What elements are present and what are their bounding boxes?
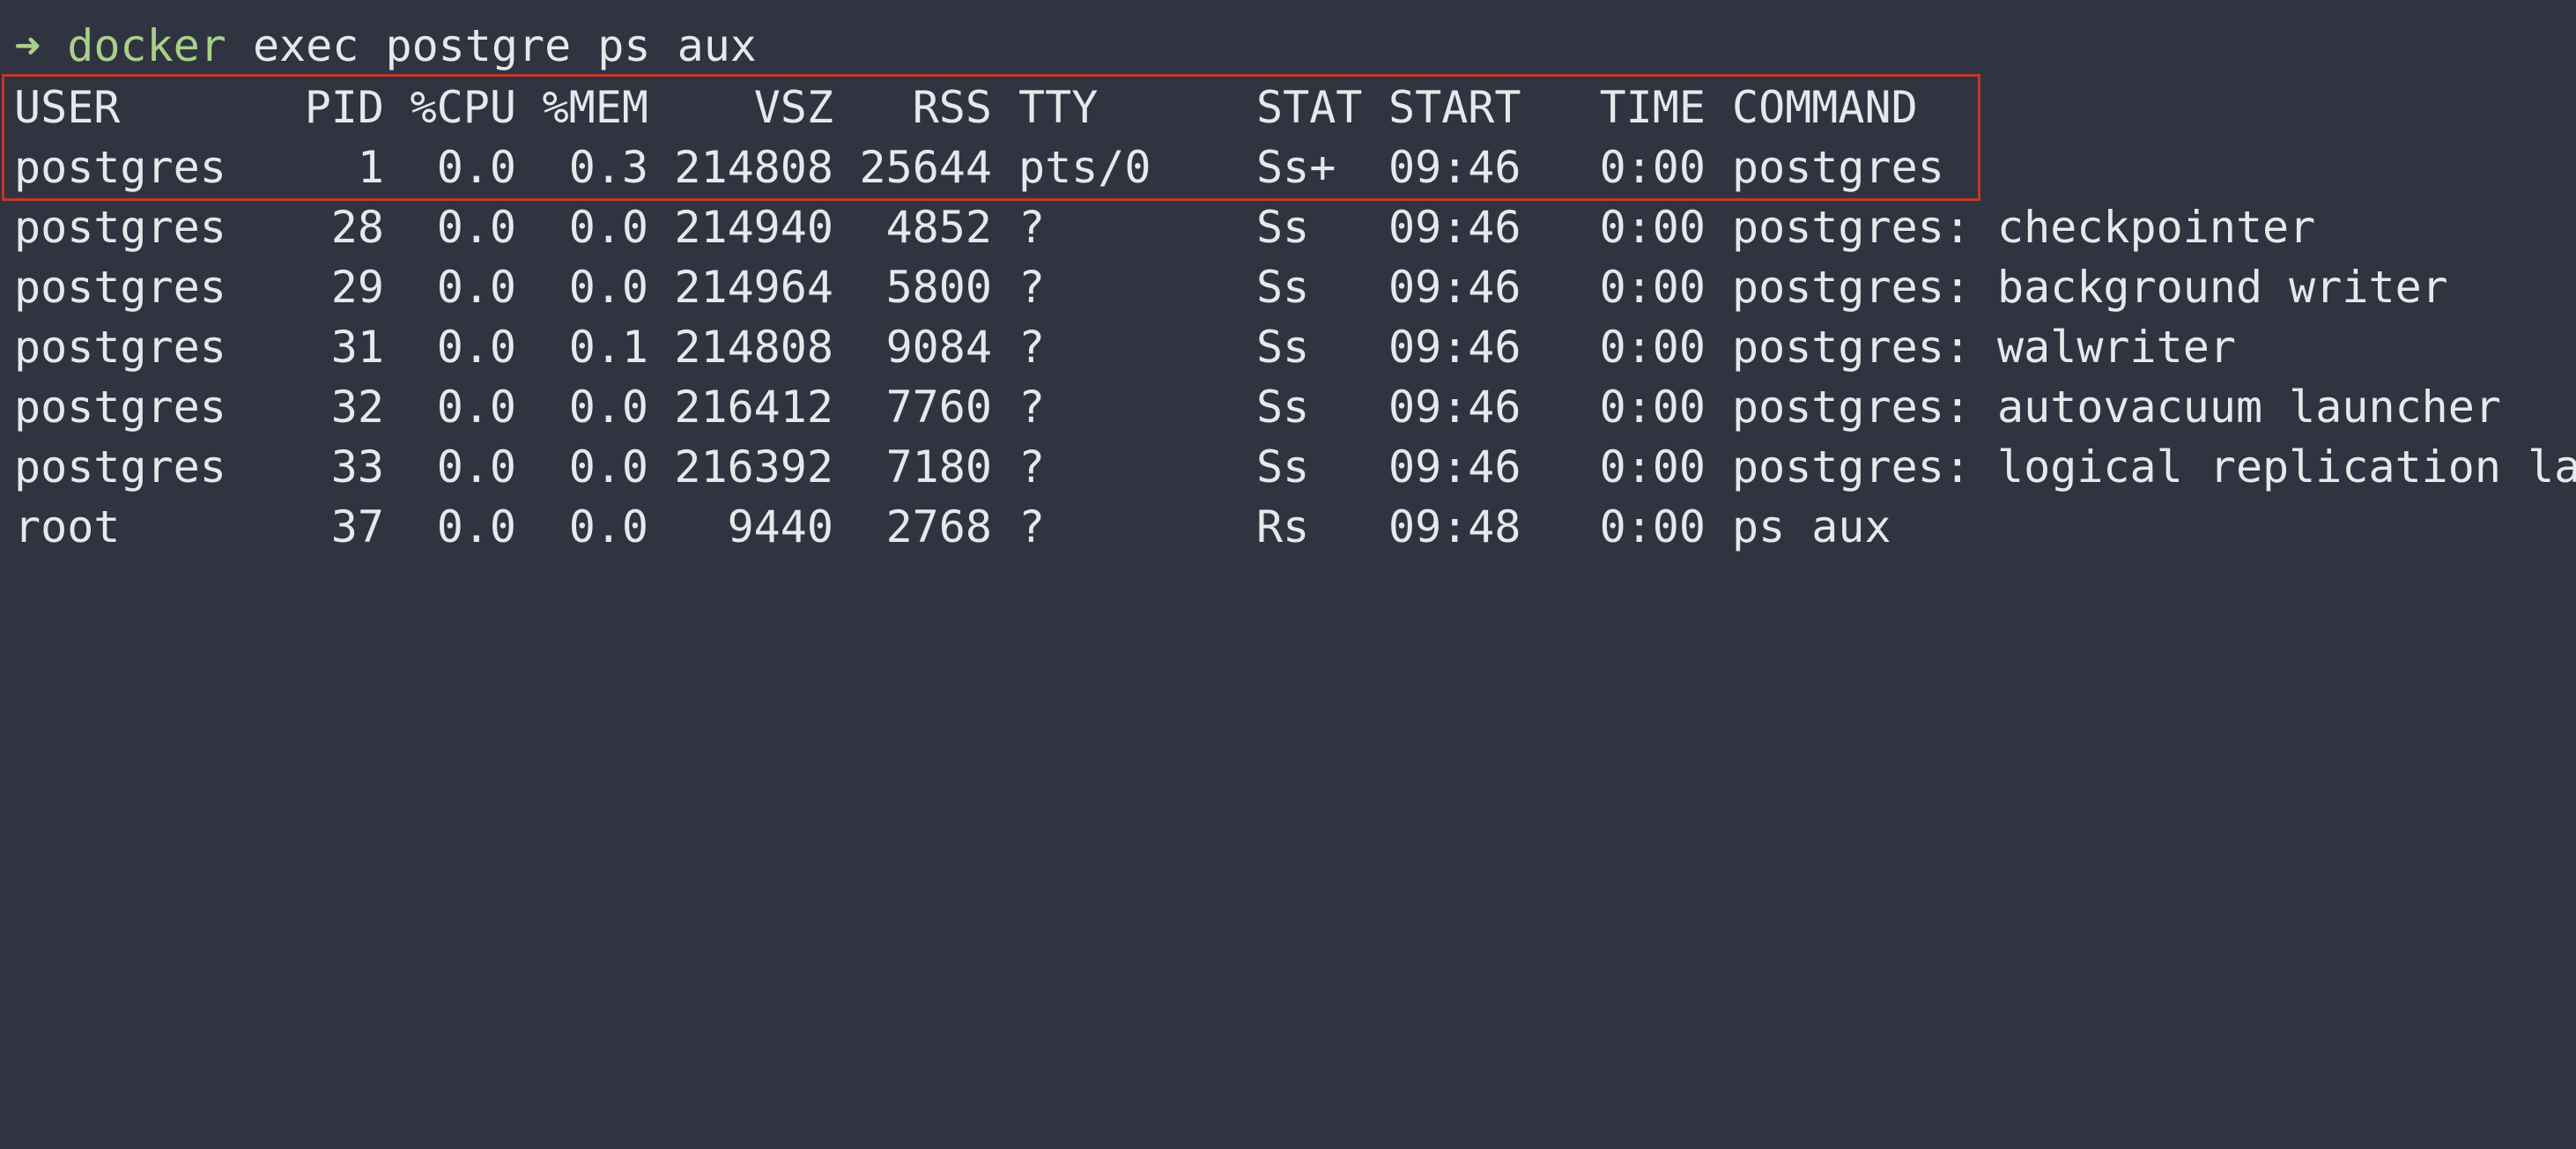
cell-mem: 0.0 <box>568 202 648 253</box>
cell-cpu: 0.0 <box>436 501 516 552</box>
cell-time: 0:00 <box>1599 262 1706 313</box>
cell-tty: ? <box>1018 441 1046 493</box>
cell-rss: 2768 <box>885 501 992 552</box>
cell-cpu: 0.0 <box>436 202 516 253</box>
cell-command: postgres: logical replication la <box>1732 441 2576 493</box>
cell-cpu: 0.0 <box>436 322 516 373</box>
cell-command: postgres: background writer <box>1732 262 2448 313</box>
table-row: root 37 0.0 0.0 9440 2768 ? Rs 09:48 0:0… <box>14 497 2569 557</box>
table-row: postgres 28 0.0 0.0 214940 4852 ? Ss 09:… <box>14 197 2569 257</box>
cell-user: root <box>14 501 121 552</box>
cell-start: 09:46 <box>1388 441 1521 493</box>
cell-cpu: 0.0 <box>436 441 516 493</box>
cell-tty: ? <box>1018 501 1046 552</box>
cell-start: 09:48 <box>1388 501 1521 552</box>
cell-vsz: 214808 <box>674 322 833 373</box>
cell-user: postgres <box>14 202 226 253</box>
table-row: postgres 32 0.0 0.0 216412 7760 ? Ss 09:… <box>14 377 2569 437</box>
cell-cpu: 0.0 <box>436 262 516 313</box>
cell-tty: ? <box>1018 262 1046 313</box>
cell-mem: 0.0 <box>568 382 648 433</box>
cell-stat: Ss <box>1256 322 1310 373</box>
cell-user: postgres <box>14 322 226 373</box>
cell-cpu: 0.0 <box>436 382 516 433</box>
cell-pid: 31 <box>330 322 384 373</box>
prompt-arrow-icon: ➜ <box>14 20 41 71</box>
cell-time: 0:00 <box>1599 202 1706 253</box>
terminal-window[interactable]: ➜ docker exec postgre ps aux USER PID %C… <box>0 0 2576 574</box>
cell-tty: ? <box>1018 382 1046 433</box>
cell-stat: Ss <box>1256 382 1310 433</box>
cell-pid: 37 <box>330 501 384 552</box>
prompt-args: exec postgre ps aux <box>252 20 757 71</box>
cell-user: postgres <box>14 441 226 493</box>
cell-command: ps aux <box>1732 501 1891 552</box>
cell-pid: 32 <box>330 382 384 433</box>
cell-rss: 7760 <box>885 382 992 433</box>
cell-time: 0:00 <box>1599 501 1706 552</box>
cell-mem: 0.0 <box>568 262 648 313</box>
cell-command: postgres: checkpointer <box>1732 202 2316 253</box>
cell-stat: Ss <box>1256 441 1310 493</box>
cell-mem: 0.0 <box>568 501 648 552</box>
table-row: postgres 29 0.0 0.0 214964 5800 ? Ss 09:… <box>14 257 2569 317</box>
cell-vsz: 214964 <box>674 262 833 313</box>
cell-pid: 28 <box>330 202 384 253</box>
cell-time: 0:00 <box>1599 441 1706 493</box>
cell-start: 09:46 <box>1388 262 1521 313</box>
cell-start: 09:46 <box>1388 322 1521 373</box>
cell-rss: 5800 <box>885 262 992 313</box>
cell-rss: 9084 <box>885 322 992 373</box>
cell-user: postgres <box>14 382 226 433</box>
prompt-line: ➜ docker exec postgre ps aux <box>14 16 757 76</box>
cell-start: 09:46 <box>1388 382 1521 433</box>
table-row: postgres 31 0.0 0.1 214808 9084 ? Ss 09:… <box>14 317 2569 377</box>
highlight-box <box>2 74 1980 201</box>
cell-vsz: 9440 <box>727 501 833 552</box>
cell-command: postgres: autovacuum launcher <box>1732 382 2501 433</box>
cell-time: 0:00 <box>1599 382 1706 433</box>
cell-pid: 29 <box>330 262 384 313</box>
cell-user: postgres <box>14 262 226 313</box>
cell-mem: 0.1 <box>568 322 648 373</box>
cell-stat: Ss <box>1256 262 1310 313</box>
cell-stat: Rs <box>1256 501 1310 552</box>
cell-vsz: 214940 <box>674 202 833 253</box>
cell-rss: 7180 <box>885 441 992 493</box>
cell-time: 0:00 <box>1599 322 1706 373</box>
cell-command: postgres: walwriter <box>1732 322 2236 373</box>
cell-stat: Ss <box>1256 202 1310 253</box>
cell-vsz: 216412 <box>674 382 833 433</box>
cell-vsz: 216392 <box>674 441 833 493</box>
cell-pid: 33 <box>330 441 384 493</box>
cell-mem: 0.0 <box>568 441 648 493</box>
cell-start: 09:46 <box>1388 202 1521 253</box>
prompt-command: docker <box>67 20 226 71</box>
cell-rss: 4852 <box>885 202 992 253</box>
table-row: postgres 33 0.0 0.0 216392 7180 ? Ss 09:… <box>14 437 2576 497</box>
cell-tty: ? <box>1018 322 1046 373</box>
cell-tty: ? <box>1018 202 1046 253</box>
